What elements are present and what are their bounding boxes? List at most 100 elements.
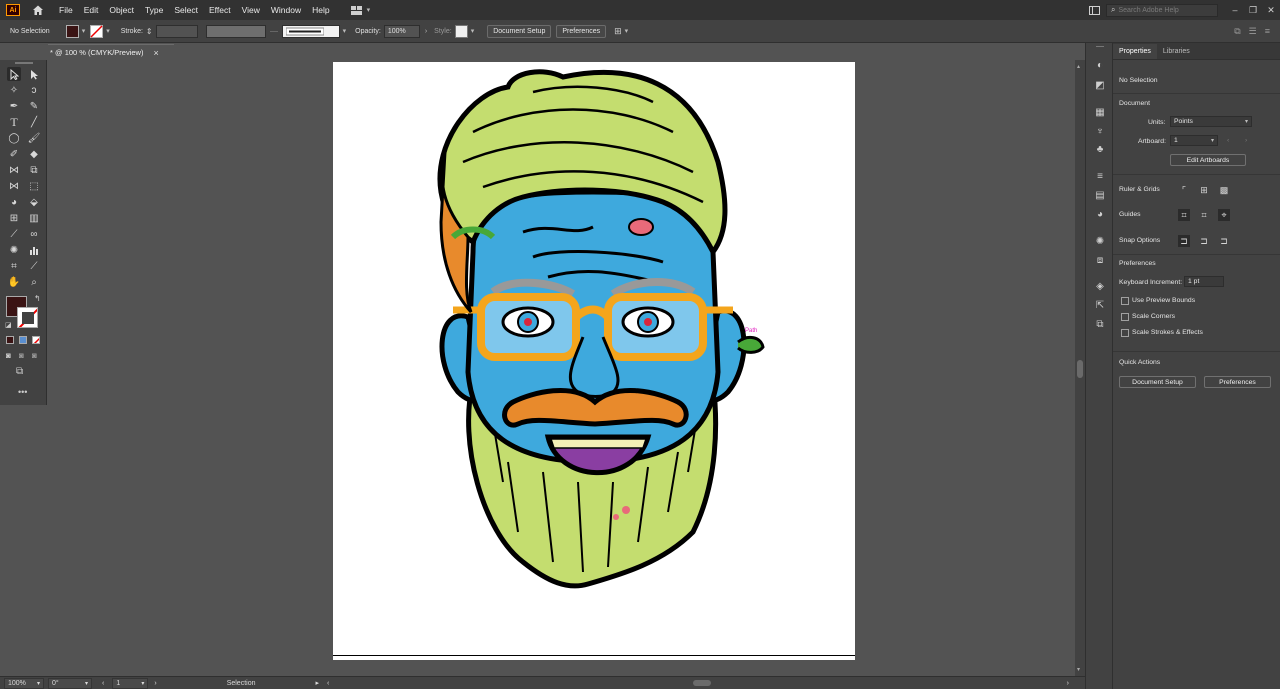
menu-file[interactable]: File [59, 5, 73, 15]
align-options-icon[interactable]: ⊞ [614, 26, 622, 37]
edit-artboards-button[interactable]: Edit Artboards [1170, 154, 1246, 166]
menu-effect[interactable]: Effect [209, 5, 231, 15]
layers-icon[interactable]: ◈ [1094, 280, 1106, 292]
use-preview-bounds-checkbox[interactable] [1121, 297, 1129, 305]
line-tool-icon[interactable]: ╱ [27, 115, 41, 129]
edit-toolbar-icon[interactable]: ••• [18, 387, 27, 397]
panel-layout-icon[interactable] [1089, 5, 1100, 15]
gradient-tool-icon[interactable]: ▥ [27, 211, 41, 225]
vertical-scroll-thumb[interactable] [1077, 360, 1083, 378]
panel-menu-icon[interactable]: ≡ [1265, 26, 1270, 37]
quick-document-setup-button[interactable]: Document Setup [1119, 376, 1196, 388]
snap-to-glyph-icon[interactable]: ⊐ [1218, 235, 1230, 247]
next-artboard-icon[interactable]: › [1245, 137, 1247, 144]
slice-tool-icon[interactable]: ⟋ [27, 259, 41, 273]
eyedropper-tool-icon[interactable]: ⟋ [7, 227, 21, 241]
hand-tool-icon[interactable]: ✋ [7, 275, 21, 289]
stroke-panel-icon[interactable]: ≡ [1094, 170, 1106, 182]
stroke-dropdown-icon[interactable]: ▾ [106, 27, 110, 35]
lock-guides-icon[interactable]: ⌗ [1198, 209, 1210, 221]
rulers-icon[interactable]: ⌜ [1178, 184, 1190, 196]
artboards-panel-icon[interactable]: ⧉ [1094, 318, 1106, 330]
canvas[interactable]: Path [48, 60, 1075, 676]
prev-artboard-icon[interactable]: ‹ [1227, 137, 1229, 144]
toolbar-grip[interactable] [15, 62, 33, 64]
color-guide-icon[interactable]: ◩ [1094, 79, 1106, 91]
gradient-panel-icon[interactable]: ▤ [1094, 189, 1106, 201]
style-dropdown-icon[interactable]: ▾ [471, 27, 475, 35]
transparency-icon[interactable]: ◕ [1094, 208, 1106, 220]
gradient-mode-button[interactable] [19, 336, 27, 344]
menu-window[interactable]: Window [271, 5, 301, 15]
close-window-button[interactable]: ✕ [1262, 5, 1280, 16]
screen-mode-icon[interactable]: ⧉ [16, 366, 23, 377]
ellipse-tool-icon[interactable]: ◯ [7, 131, 21, 145]
menu-object[interactable]: Object [109, 5, 134, 15]
direct-selection-tool-icon[interactable] [27, 67, 41, 81]
hipster-face-artwork[interactable]: Path [333, 62, 855, 656]
strip-grip[interactable] [1096, 46, 1104, 47]
perspective-grid-tool-icon[interactable]: ⊞ [7, 211, 21, 225]
restore-button[interactable]: ❐ [1244, 5, 1262, 16]
swap-fill-stroke-icon[interactable]: ↰ [34, 294, 41, 303]
default-fill-stroke-icon[interactable]: ◪ [5, 321, 12, 329]
zoom-dropdown-icon[interactable]: ▾ [37, 680, 40, 687]
color-panel-icon[interactable]: ◐ [1094, 59, 1106, 71]
fill-dropdown-icon[interactable]: ▾ [82, 27, 86, 35]
tab-properties[interactable]: Properties [1113, 44, 1157, 59]
reflect-tool-icon[interactable]: ⋈ [7, 163, 21, 177]
artboard-navigation-field[interactable]: 1 ▾ [112, 677, 149, 689]
stroke-color-box[interactable] [17, 307, 38, 328]
none-mode-button[interactable] [32, 336, 40, 344]
snap-to-point-icon[interactable]: ⊐ [1178, 235, 1190, 247]
distribute-icon[interactable]: ☰ [1249, 26, 1257, 37]
blend-tool-icon[interactable]: ∞ [27, 227, 41, 241]
artboard[interactable]: Path [333, 62, 855, 656]
scroll-up-icon[interactable]: ▴ [1077, 63, 1080, 70]
graphic-style-swatch[interactable] [454, 24, 468, 38]
next-artboard-icon[interactable]: › [154, 680, 156, 687]
rotation-dropdown-icon[interactable]: ▾ [85, 680, 88, 687]
status-menu-arrow-icon[interactable]: ▸ [315, 679, 319, 687]
horizontal-scroll-thumb[interactable] [693, 680, 711, 686]
shape-builder-tool-icon[interactable]: ◕ [7, 195, 21, 209]
close-tab-icon[interactable]: × [153, 48, 158, 58]
menu-select[interactable]: Select [174, 5, 198, 15]
free-transform-tool-icon[interactable]: ⬚ [27, 179, 41, 193]
paintbrush-tool-icon[interactable]: 🖌 [27, 131, 41, 145]
arrange-documents-button[interactable]: ▾ [350, 5, 370, 15]
scroll-right-icon[interactable]: › [1067, 680, 1069, 687]
selection-tool-icon[interactable] [7, 67, 21, 81]
draw-behind-icon[interactable]: ◙ [19, 351, 24, 360]
arrange-icon[interactable]: ⧉ [1234, 26, 1240, 37]
color-mode-button[interactable] [6, 336, 14, 344]
keyboard-increment-field[interactable]: 1 pt [1184, 276, 1224, 287]
draw-normal-icon[interactable]: ◙ [6, 351, 11, 360]
brush-dropdown-icon[interactable]: ▾ [343, 27, 347, 35]
home-icon[interactable] [32, 4, 44, 16]
smart-guides-icon[interactable]: ⌖ [1218, 209, 1230, 221]
prev-artboard-icon[interactable]: ‹ [102, 680, 104, 687]
symbol-sprayer-tool-icon[interactable]: ✺ [7, 243, 21, 257]
opacity-field[interactable]: 100% [383, 24, 420, 38]
artboard-tool-icon[interactable]: ⌗ [7, 259, 21, 273]
curvature-tool-icon[interactable]: ✎ [27, 99, 41, 113]
swatches-icon[interactable]: ▦ [1094, 106, 1106, 118]
appearance-icon[interactable]: ✺ [1094, 235, 1106, 247]
tab-libraries[interactable]: Libraries [1157, 48, 1196, 59]
align-dropdown-icon[interactable]: ▾ [625, 27, 629, 35]
fill-swatch[interactable] [65, 24, 79, 38]
units-select[interactable]: Points ▾ [1170, 116, 1252, 127]
scroll-down-icon[interactable]: ▾ [1077, 666, 1080, 673]
grid-icon[interactable]: ⊞ [1198, 184, 1210, 196]
artboard-select[interactable]: 1 ▾ [1170, 135, 1218, 146]
lasso-tool-icon[interactable]: ↄ [27, 83, 41, 97]
document-setup-button[interactable]: Document Setup [487, 24, 552, 38]
show-guides-icon[interactable]: ⌗ [1178, 209, 1190, 221]
type-tool-icon[interactable]: T [7, 115, 21, 129]
export-icon[interactable]: ⇱ [1094, 299, 1106, 311]
artboard-dropdown-icon[interactable]: ▾ [141, 680, 144, 687]
brushes-icon[interactable]: ♆ [1094, 125, 1106, 137]
menu-type[interactable]: Type [145, 5, 163, 15]
minimize-button[interactable]: – [1226, 5, 1244, 15]
